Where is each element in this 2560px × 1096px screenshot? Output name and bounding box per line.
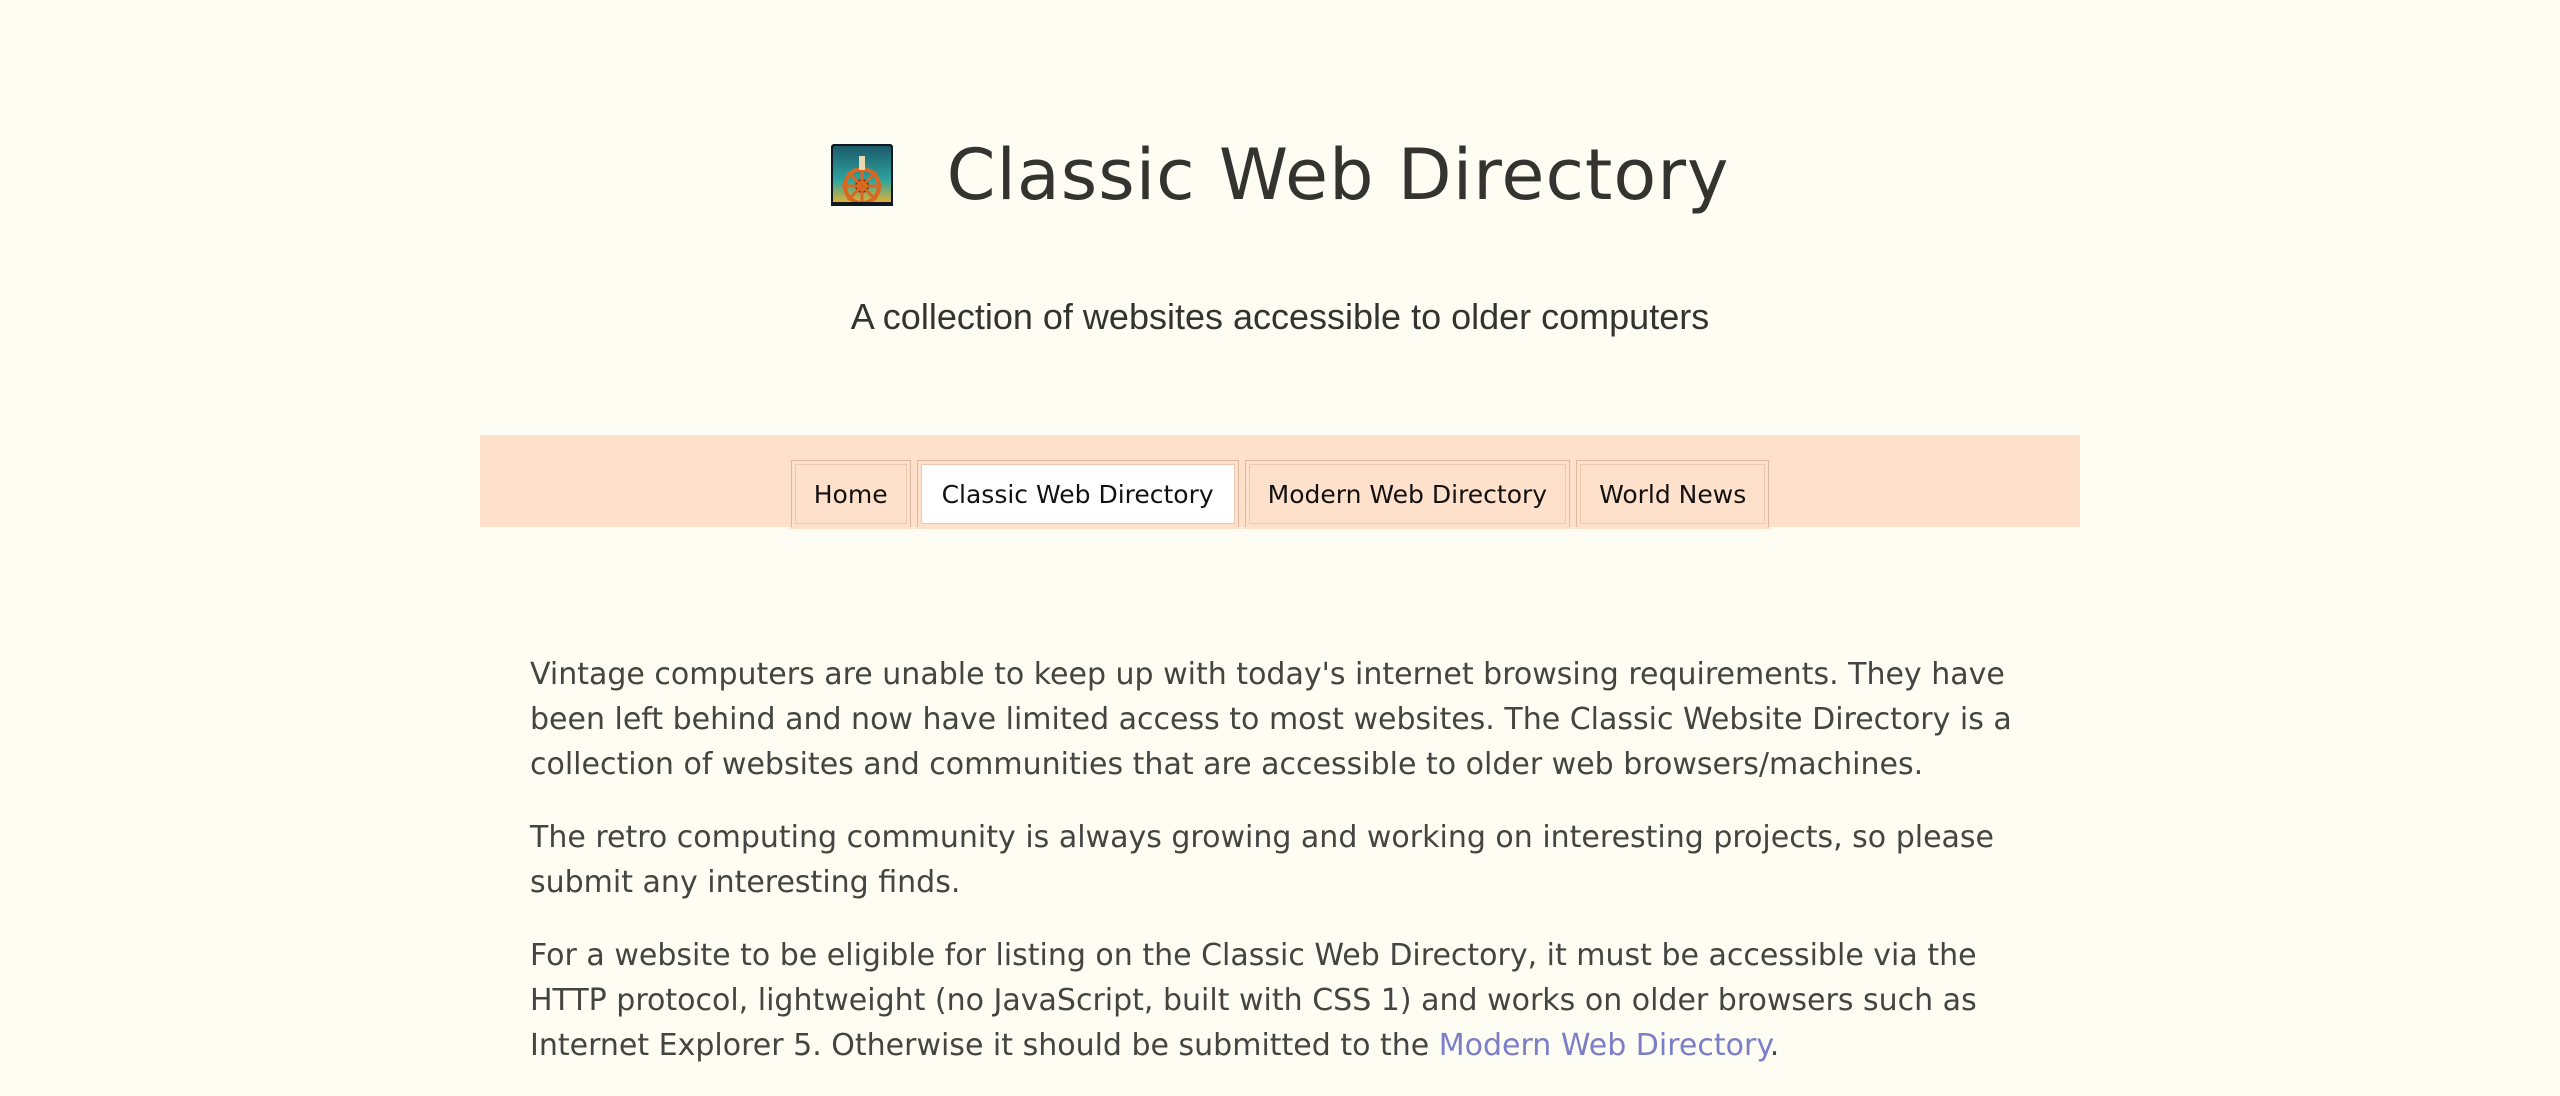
site-title: Classic Web Directory: [946, 134, 1730, 216]
tab-classic-web-directory[interactable]: Classic Web Directory: [914, 458, 1241, 529]
site-tagline: A collection of websites accessible to o…: [850, 296, 1710, 337]
modern-web-directory-link[interactable]: Modern Web Directory: [1439, 1028, 1770, 1063]
tab-world-news[interactable]: World News: [1574, 458, 1772, 529]
tab-modern-web-directory[interactable]: Modern Web Directory: [1242, 458, 1573, 529]
tab-home[interactable]: Home: [788, 458, 913, 529]
eligibility-text-end: .: [1769, 1028, 1780, 1063]
community-paragraph: The retro computing community is always …: [530, 820, 1994, 900]
tab-world-news-label: World News: [1599, 479, 1747, 509]
ship-wheel-icon[interactable]: [830, 144, 893, 206]
tab-classic-web-directory-label: Classic Web Directory: [941, 479, 1214, 509]
eligibility-paragraph: For a website to be eligible for listing…: [530, 933, 2030, 1068]
title-row: Classic Web Directory: [0, 140, 2560, 210]
main-content: Vintage computers are unable to keep up …: [530, 652, 2030, 1096]
intro-paragraph: Vintage computers are unable to keep up …: [530, 657, 2012, 782]
main-nav: Home Classic Web Directory Modern Web Di…: [480, 435, 2080, 529]
tab-home-label: Home: [813, 479, 888, 509]
tab-modern-web-directory-label: Modern Web Directory: [1267, 479, 1548, 509]
